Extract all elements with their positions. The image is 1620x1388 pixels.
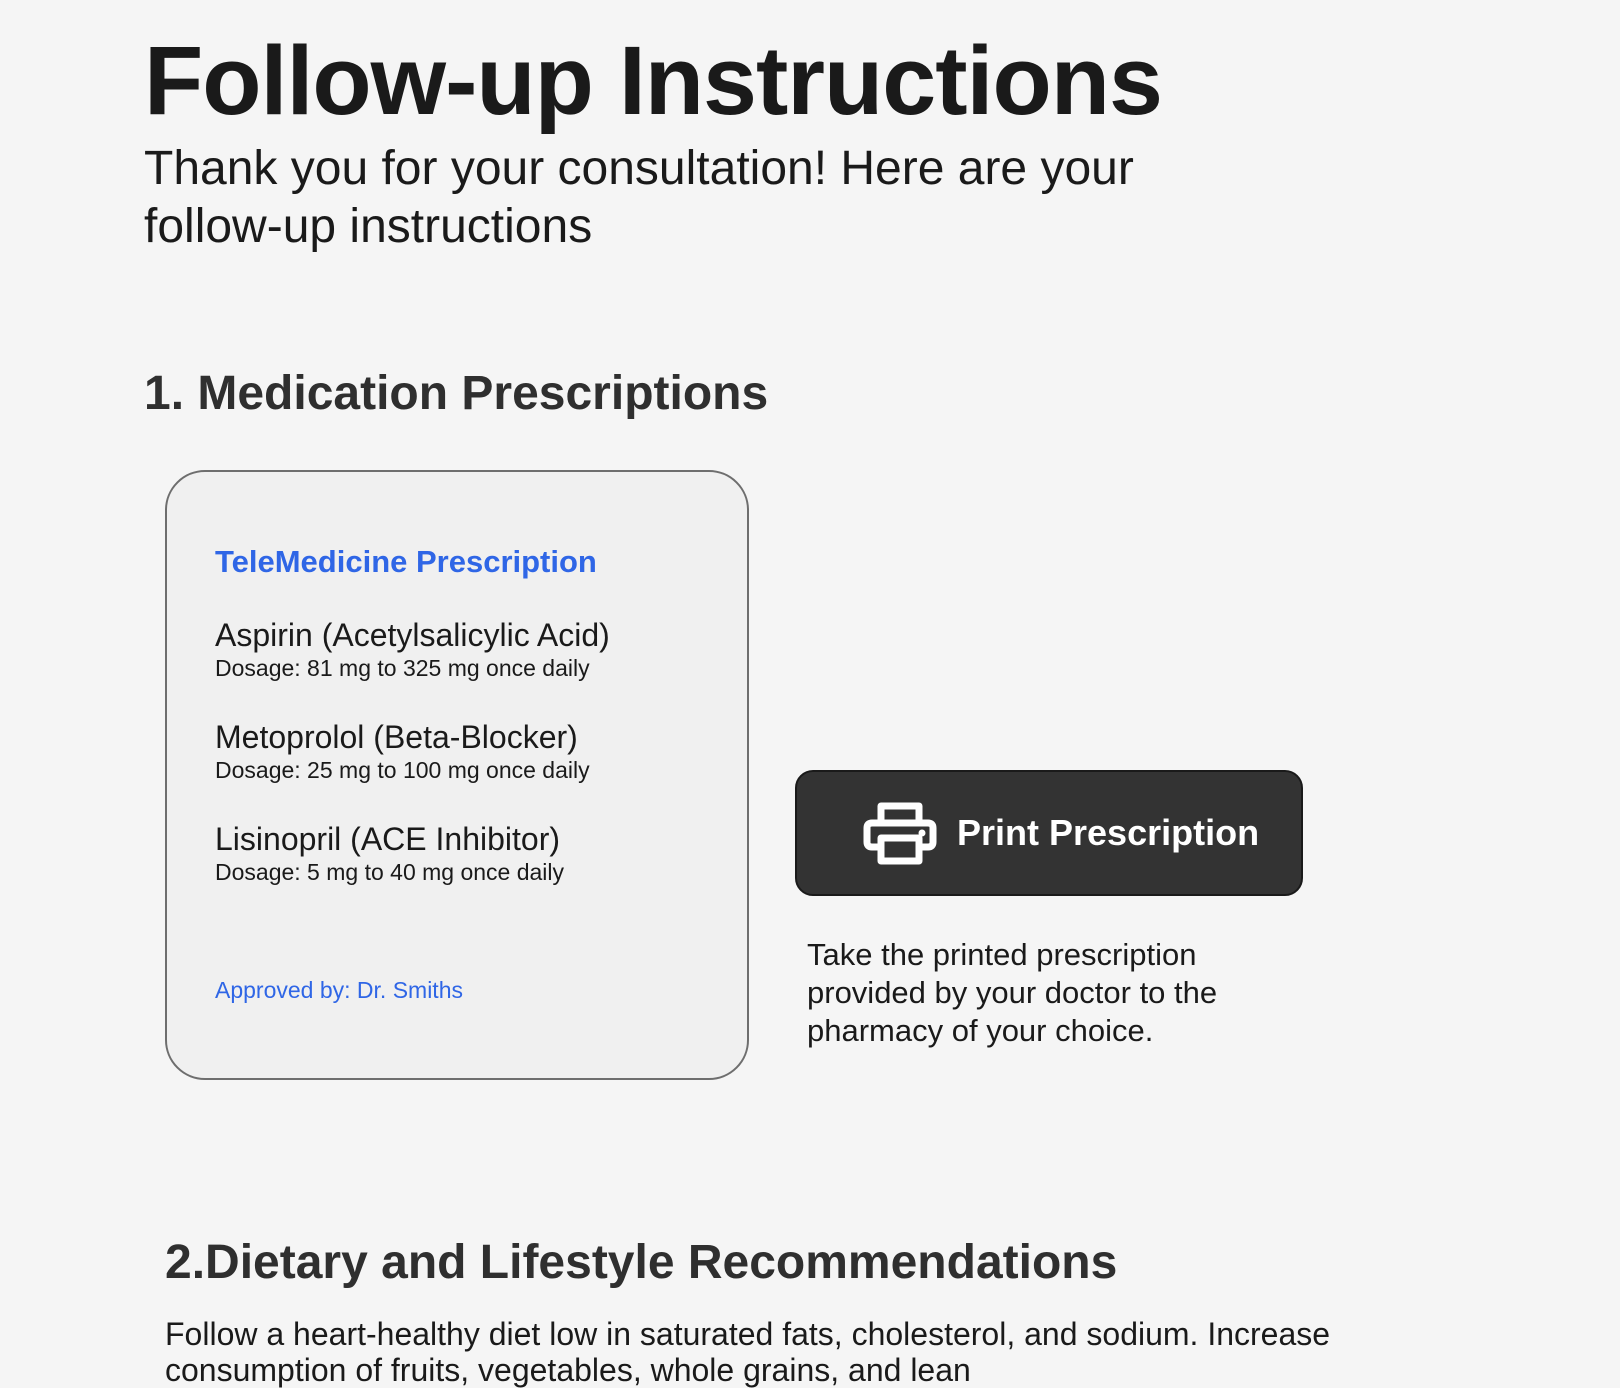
prescription-card: TeleMedicine Prescription Aspirin (Acety… bbox=[165, 470, 749, 1080]
medication-item: Aspirin (Acetylsalicylic Acid) Dosage: 8… bbox=[215, 616, 610, 682]
print-prescription-label: Print Prescription bbox=[957, 812, 1260, 853]
medication-name: Aspirin (Acetylsalicylic Acid) bbox=[215, 617, 610, 653]
medication-dosage: Dosage: 5 mg to 40 mg once daily bbox=[215, 859, 565, 885]
medication-dosage: Dosage: 25 mg to 100 mg once daily bbox=[215, 757, 590, 783]
medication-item: Lisinopril (ACE Inhibitor) Dosage: 5 mg … bbox=[215, 820, 564, 886]
prescription-card-title: TeleMedicine Prescription bbox=[215, 544, 597, 579]
medication-item: Metoprolol (Beta-Blocker) Dosage: 25 mg … bbox=[215, 718, 590, 784]
section-heading-medications: 1. Medication Prescriptions bbox=[144, 367, 769, 420]
print-instructions-text: Take the printed prescription provided b… bbox=[807, 937, 1218, 1048]
medication-name: Metoprolol (Beta-Blocker) bbox=[215, 719, 578, 755]
page-subtitle: Thank you for your consultation! Here ar… bbox=[144, 142, 1134, 253]
approved-by-label: Approved by: Dr. Smiths bbox=[215, 977, 463, 1003]
section-heading-dietary: 2.Dietary and Lifestyle Recommendations bbox=[165, 1236, 1118, 1289]
print-prescription-button[interactable]: Print Prescription bbox=[795, 770, 1303, 896]
page-title: Follow-up Instructions bbox=[144, 26, 1163, 135]
dietary-recommendations-text: Follow a heart-healthy diet low in satur… bbox=[165, 1316, 1331, 1388]
printer-icon bbox=[863, 801, 937, 865]
medication-dosage: Dosage: 81 mg to 325 mg once daily bbox=[215, 655, 590, 681]
medication-name: Lisinopril (ACE Inhibitor) bbox=[215, 821, 561, 857]
